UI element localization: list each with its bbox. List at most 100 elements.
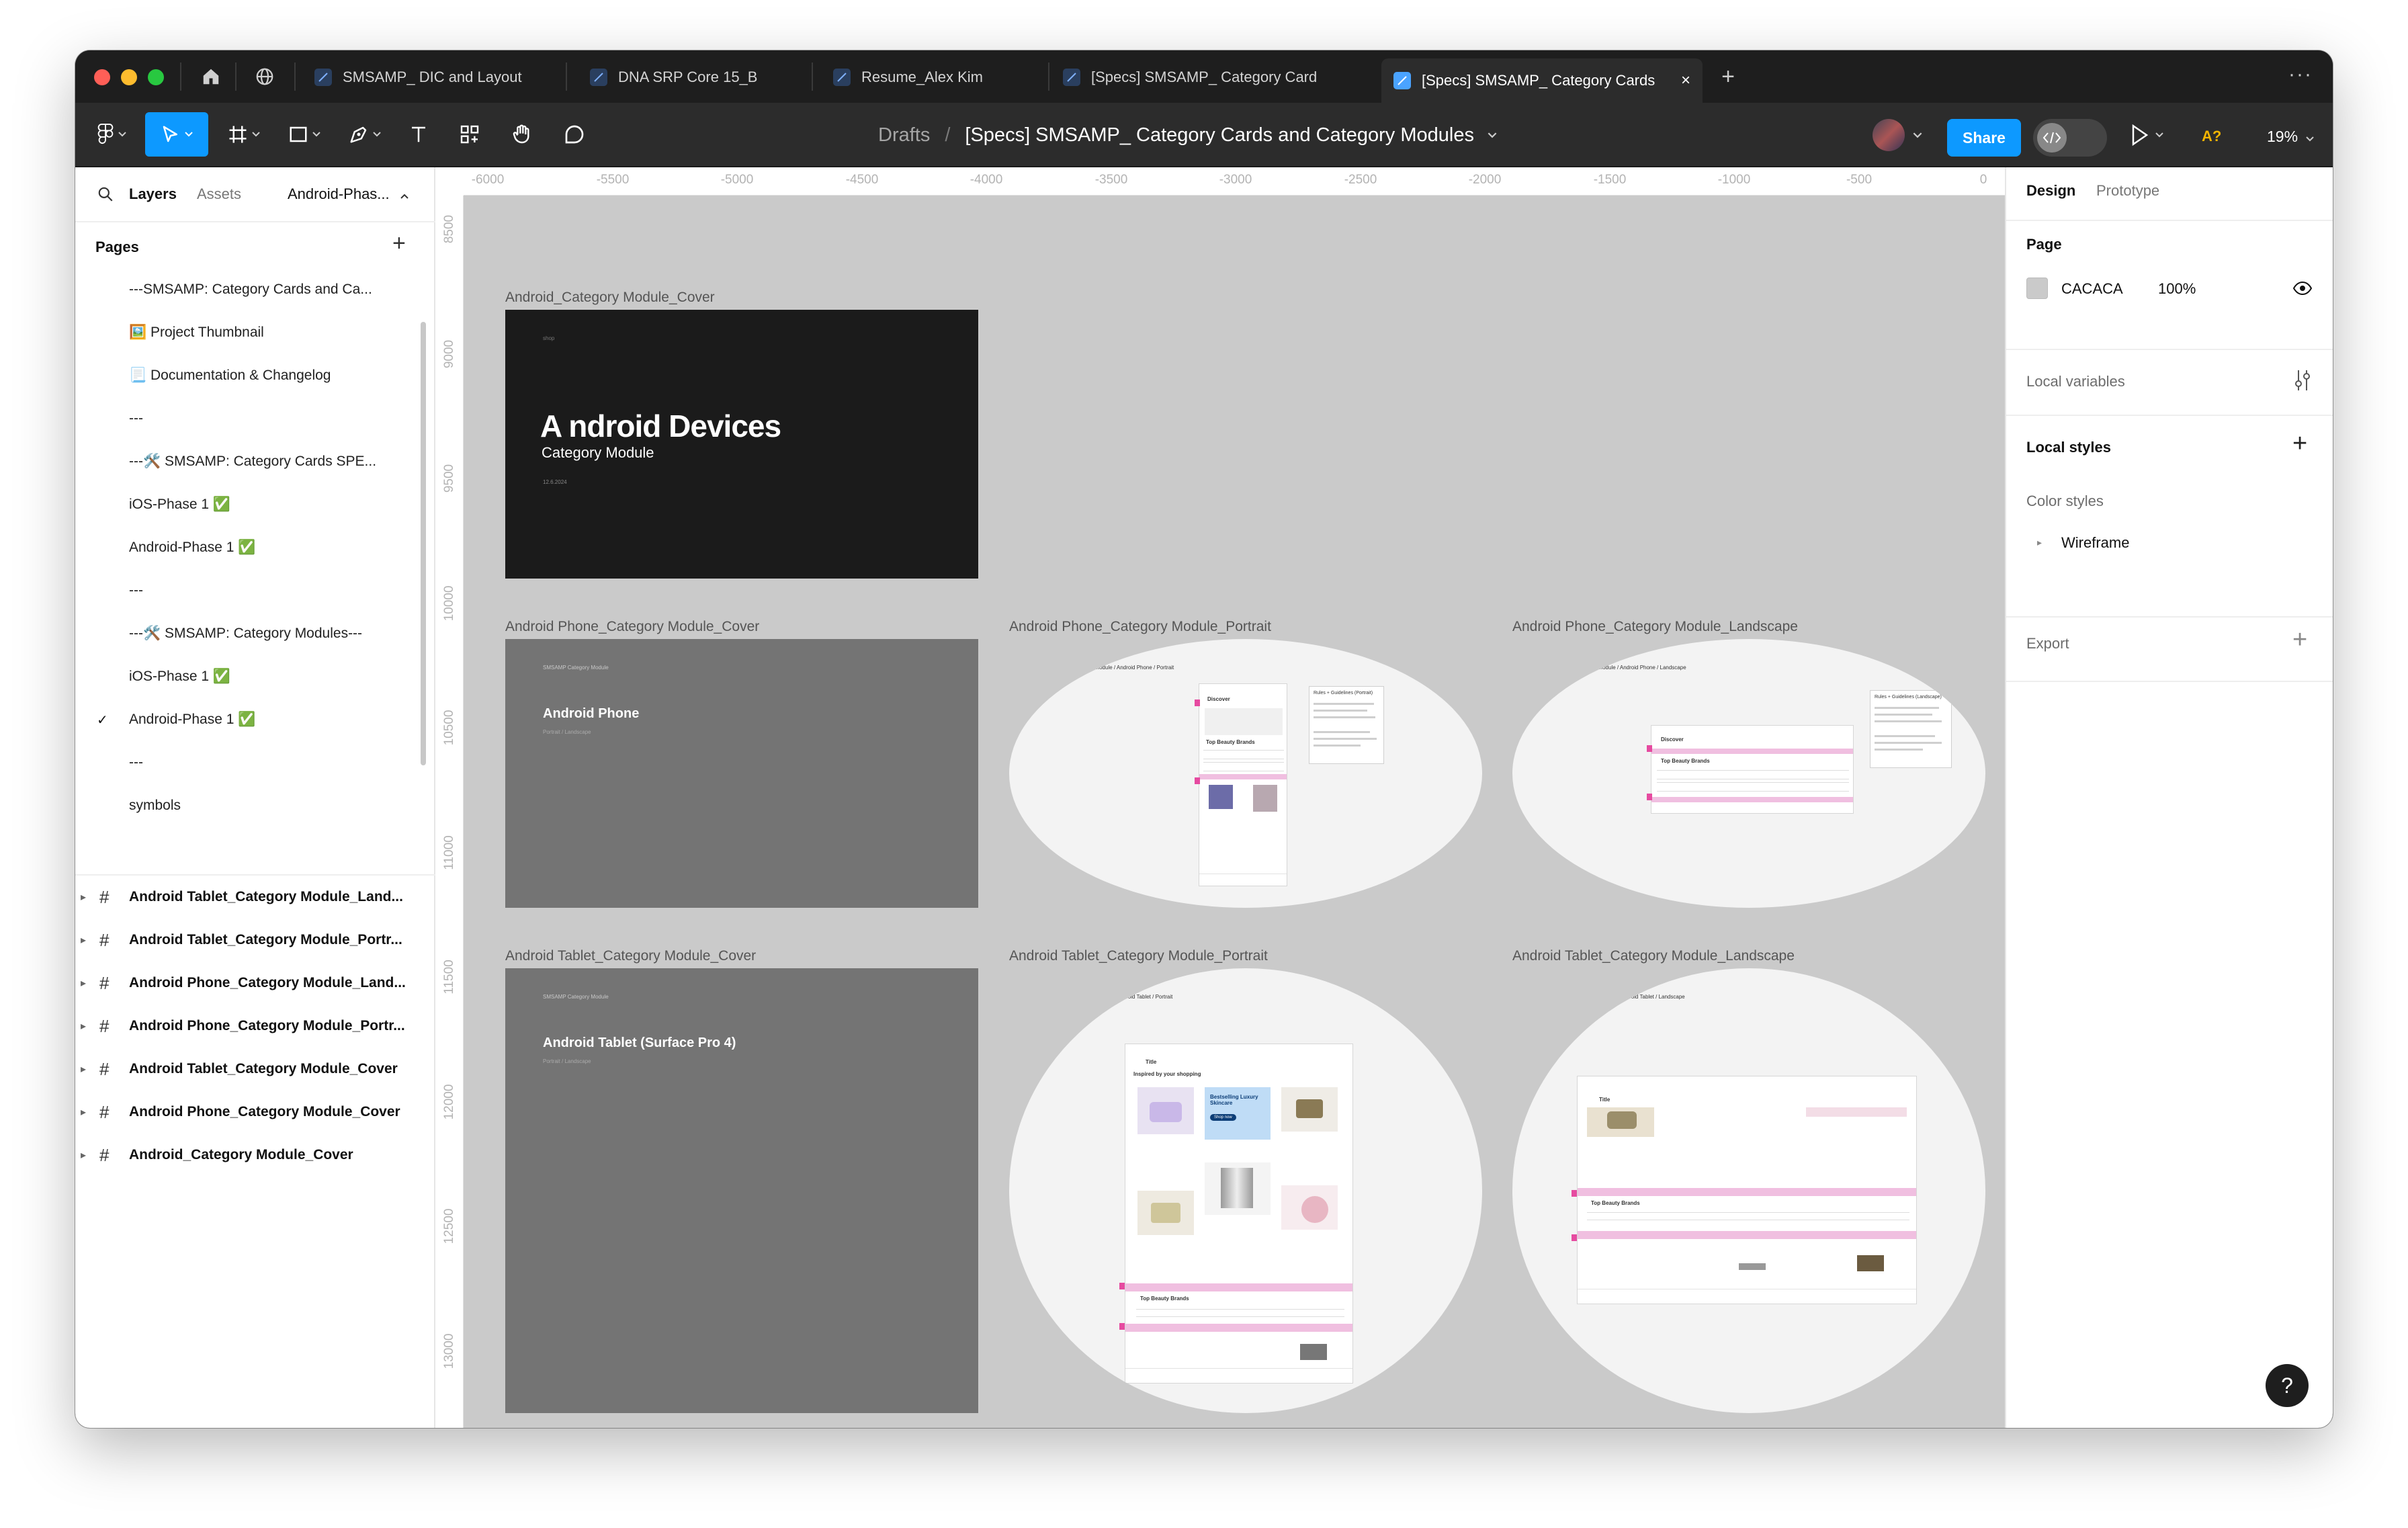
text-tool-button[interactable] xyxy=(402,112,435,157)
frame-label[interactable]: Android Phone_Category Module_Cover xyxy=(505,619,759,635)
maximize-window-button[interactable] xyxy=(148,69,164,85)
comment-tool-button[interactable] xyxy=(558,112,591,157)
file-name[interactable]: [Specs] SMSAMP_ Category Cards and Categ… xyxy=(965,124,1474,146)
breadcrumb-drafts[interactable]: Drafts xyxy=(878,124,930,146)
page-item[interactable]: ---🛠️ SMSAMP: Category Cards SPE... xyxy=(75,440,425,483)
layer-item[interactable]: ▸ # Android Phone_Category Module_Land... xyxy=(75,962,435,1005)
figma-menu-icon[interactable] xyxy=(90,112,133,157)
page-item[interactable]: ---SMSAMP: Category Cards and Ca... xyxy=(75,268,425,311)
page-opacity-value[interactable]: 100% xyxy=(2158,280,2196,298)
cover-subtitle: Category Module xyxy=(542,444,654,461)
minimize-window-button[interactable] xyxy=(121,69,137,85)
frame-label[interactable]: Android_Category Module_Cover xyxy=(505,290,715,306)
close-window-button[interactable] xyxy=(94,69,110,85)
frame-label[interactable]: Android Phone_Category Module_Portrait xyxy=(1009,619,1271,635)
page-item[interactable]: iOS-Phase 1 ✅ xyxy=(75,655,425,698)
style-item-wireframe[interactable]: Wireframe xyxy=(2061,534,2129,552)
new-tab-button[interactable]: + xyxy=(1713,62,1743,91)
frame-android-category-module-cover[interactable]: shop A ndroid Devices Category Module 12… xyxy=(505,310,978,579)
page-color-value[interactable]: CACACA xyxy=(2061,280,2123,298)
home-icon[interactable] xyxy=(188,62,234,91)
figma-file-icon xyxy=(590,69,607,86)
ruler-tick: -1000 xyxy=(1717,173,1751,187)
frame-android-tablet-landscape[interactable]: SMSAMP Category Module / Android Tablet … xyxy=(1512,968,1985,1413)
move-tool-button[interactable] xyxy=(145,112,208,157)
expand-caret-icon[interactable]: ▸ xyxy=(81,933,86,947)
layer-item[interactable]: ▸ # Android Phone_Category Module_Portr... xyxy=(75,1005,435,1048)
eye-icon[interactable] xyxy=(2292,280,2313,296)
frame-label[interactable]: Android Tablet_Category Module_Landscape xyxy=(1512,948,1795,964)
tab-file-active[interactable]: [Specs] SMSAMP_ Category Cards × xyxy=(1381,58,1703,103)
help-button[interactable]: ? xyxy=(2266,1364,2309,1407)
expand-caret-icon[interactable]: ▸ xyxy=(81,1062,86,1076)
expand-caret-icon[interactable]: ▸ xyxy=(81,890,86,904)
components-tool-button[interactable] xyxy=(453,112,486,157)
page-item-selected[interactable]: ✓ Android-Phase 1 ✅ xyxy=(75,698,425,741)
chevron-down-icon[interactable] xyxy=(1913,132,1922,138)
present-button[interactable] xyxy=(2130,123,2163,151)
expand-caret-icon[interactable]: ▸ xyxy=(81,976,86,990)
rectangle-tool-button[interactable] xyxy=(281,112,328,157)
frame-icon: # xyxy=(99,1101,110,1122)
frame-label[interactable]: Android Phone_Category Module_Landscape xyxy=(1512,619,1798,635)
frame-android-tablet-portrait[interactable]: SMSAMP Category Module / Android Tablet … xyxy=(1009,968,1482,1413)
expand-caret-icon[interactable]: ▸ xyxy=(2037,537,2042,548)
accessibility-badge[interactable]: A? xyxy=(2202,123,2221,150)
frame-android-tablet-cover[interactable]: SMSAMP Category Module Android Tablet (S… xyxy=(505,968,978,1413)
frame-android-phone-cover[interactable]: SMSAMP Category Module Android Phone Por… xyxy=(505,639,978,908)
layer-item[interactable]: ▸ # Android Tablet_Category Module_Land... xyxy=(75,876,435,919)
layer-item[interactable]: ▸ # Android Phone_Category Module_Cover xyxy=(75,1091,435,1134)
layer-item[interactable]: ▸ # Android Tablet_Category Module_Portr..… xyxy=(75,919,435,962)
share-button[interactable]: Share xyxy=(1947,119,2021,157)
dev-mode-toggle[interactable] xyxy=(2033,119,2107,157)
tab-file-2[interactable]: DNA SRP Core 15_B xyxy=(580,58,808,96)
add-style-icon[interactable]: + xyxy=(2292,429,2307,458)
expand-caret-icon[interactable]: ▸ xyxy=(81,1148,86,1162)
hand-tool-button[interactable] xyxy=(505,112,539,157)
page-item[interactable]: symbols xyxy=(75,784,425,827)
page-color-swatch[interactable] xyxy=(2026,278,2048,299)
add-export-icon[interactable]: + xyxy=(2292,626,2307,654)
tab-file-1[interactable]: SMSAMP_ DIC and Layout xyxy=(305,58,559,96)
variables-icon[interactable] xyxy=(2292,369,2313,392)
page-item[interactable]: 📃 Documentation & Changelog xyxy=(75,354,425,397)
current-page-selector[interactable]: Android-Phas... xyxy=(288,185,408,203)
layer-item[interactable]: ▸ # Android_Category Module_Cover xyxy=(75,1134,435,1177)
tab-file-3[interactable]: Resume_Alex Kim xyxy=(824,58,1045,96)
search-icon[interactable] xyxy=(97,185,114,203)
page-item[interactable]: --- xyxy=(75,569,425,612)
expand-caret-icon[interactable]: ▸ xyxy=(81,1105,86,1119)
canvas[interactable]: -6000 -5500 -5000 -4500 -4000 -3500 -300… xyxy=(435,167,2005,1428)
tab-prototype[interactable]: Prototype xyxy=(2096,182,2159,200)
globe-icon[interactable] xyxy=(242,62,288,91)
pen-tool-button[interactable] xyxy=(341,112,388,157)
ruler-tick: -5500 xyxy=(596,173,630,187)
page-item[interactable]: 🖼️ Project Thumbnail xyxy=(75,311,425,354)
close-tab-icon[interactable]: × xyxy=(1681,71,1690,90)
page-item[interactable]: --- xyxy=(75,397,425,440)
tab-design[interactable]: Design xyxy=(2026,182,2075,200)
frame-android-phone-landscape[interactable]: SMSAMP Category Module / Android Phone /… xyxy=(1512,639,1985,908)
export-label[interactable]: Export xyxy=(2026,635,2069,652)
avatar[interactable] xyxy=(1873,119,1905,151)
chevron-down-icon[interactable] xyxy=(1488,132,1497,138)
tab-layers[interactable]: Layers xyxy=(129,185,177,203)
frame-android-phone-portrait[interactable]: SMSAMP Category Module / Android Phone /… xyxy=(1009,639,1482,908)
more-options-icon[interactable]: ··· xyxy=(2288,62,2313,87)
pages-scrollbar[interactable] xyxy=(421,322,426,765)
local-styles-title: Local styles xyxy=(2026,439,2111,456)
page-item[interactable]: iOS-Phase 1 ✅ xyxy=(75,483,425,526)
local-variables-label[interactable]: Local variables xyxy=(2026,373,2125,390)
expand-caret-icon[interactable]: ▸ xyxy=(81,1019,86,1033)
page-item[interactable]: ---🛠️ SMSAMP: Category Modules--- xyxy=(75,612,425,655)
add-page-button[interactable]: + xyxy=(392,230,406,257)
page-item[interactable]: Android-Phase 1 ✅ xyxy=(75,526,425,569)
page-item[interactable]: --- xyxy=(75,741,425,784)
tab-assets[interactable]: Assets xyxy=(197,185,241,203)
layer-item[interactable]: ▸ # Android Tablet_Category Module_Cover xyxy=(75,1048,435,1091)
zoom-level[interactable]: 19% xyxy=(2267,123,2315,150)
frame-label[interactable]: Android Tablet_Category Module_Portrait xyxy=(1009,948,1268,964)
tab-file-4[interactable]: [Specs] SMSAMP_ Category Card Co xyxy=(1054,58,1321,96)
frame-tool-button[interactable] xyxy=(220,112,267,157)
frame-label[interactable]: Android Tablet_Category Module_Cover xyxy=(505,948,756,964)
